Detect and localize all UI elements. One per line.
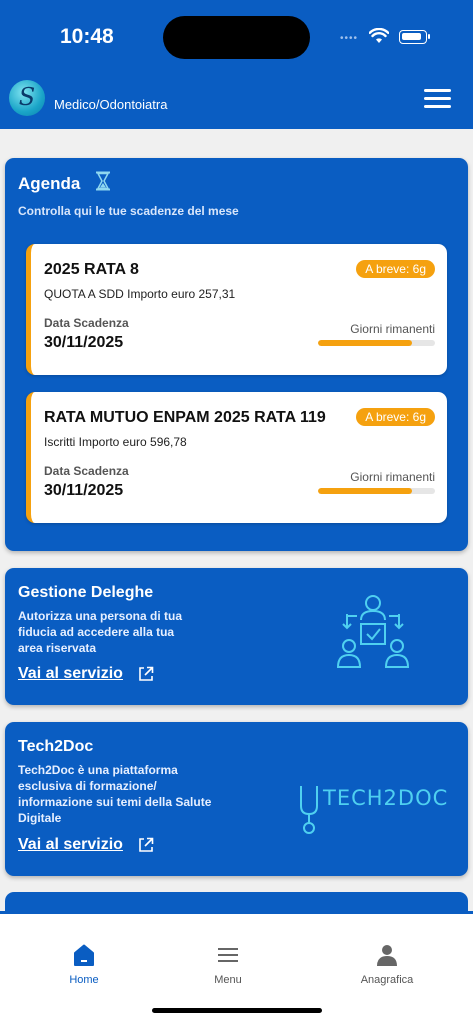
tech2doc-description: Tech2Doc è una piattaforma esclusiva di …	[18, 763, 212, 825]
tech2doc-logo-text: TECH2DOC	[323, 786, 449, 810]
person-icon	[377, 945, 397, 966]
external-link-icon[interactable]	[138, 666, 154, 682]
deadline-item[interactable]: RATA MUTUO ENPAM 2025 RATA 119 A breve: …	[26, 392, 447, 523]
tab-anagrafica[interactable]: Anagrafica	[352, 944, 422, 986]
deadline-date-label: Data Scadenza	[44, 464, 129, 478]
delegation-people-icon	[336, 595, 410, 668]
user-role: Medico/Odontoiatra	[54, 97, 168, 112]
status-time: 10:48	[60, 25, 114, 48]
wifi-icon	[369, 28, 389, 43]
status-bar: 10:48 ••••	[0, 0, 473, 70]
deadline-date: 30/11/2025	[44, 334, 124, 351]
remaining-days-label: Giorni rimanenti	[350, 322, 435, 336]
deadline-date: 30/11/2025	[44, 482, 124, 499]
app-logo: S	[9, 80, 45, 116]
agenda-subtitle: Controlla qui le tue scadenze del mese	[18, 204, 239, 218]
remaining-days-bar	[318, 488, 435, 494]
tech2doc-title: Tech2Doc	[18, 738, 94, 755]
deadline-badge: A breve: 6g	[356, 408, 435, 426]
home-icon	[74, 944, 94, 966]
dynamic-island	[163, 16, 310, 59]
remaining-days-label: Giorni rimanenti	[350, 470, 435, 484]
signal-icon: ••••	[340, 33, 359, 44]
battery-icon	[399, 30, 430, 44]
hourglass-icon	[96, 171, 110, 191]
deadline-description: Iscritti Importo euro 596,78	[44, 435, 187, 449]
remaining-days-bar	[318, 340, 435, 346]
deadline-item[interactable]: 2025 RATA 8 A breve: 6g QUOTA A SDD Impo…	[26, 244, 447, 375]
tab-menu-label: Menu	[214, 974, 242, 986]
tech2doc-logo: TECH2DOC	[295, 780, 455, 836]
tab-menu[interactable]: Menu	[206, 944, 250, 986]
app-header: S Medico/Odontoiatra	[0, 70, 473, 129]
tab-anagrafica-label: Anagrafica	[360, 974, 414, 986]
agenda-title: Agenda	[18, 174, 81, 193]
deleghe-card: Gestione Deleghe Autorizza una persona d…	[5, 568, 468, 705]
external-link-icon[interactable]	[138, 837, 154, 853]
deadline-title: RATA MUTUO ENPAM 2025 RATA 119	[44, 409, 326, 426]
deleghe-title: Gestione Deleghe	[18, 584, 154, 601]
home-indicator	[152, 1008, 322, 1013]
deadline-badge: A breve: 6g	[356, 260, 435, 278]
menu-icon	[218, 948, 238, 962]
hamburger-menu-icon[interactable]	[424, 89, 451, 109]
deadline-description: QUOTA A SDD Importo euro 257,31	[44, 287, 236, 301]
deleghe-service-link[interactable]: Vai al servizio	[18, 665, 123, 683]
tech2doc-service-link[interactable]: Vai al servizio	[18, 836, 123, 854]
tab-home[interactable]: Home	[62, 944, 106, 986]
deleghe-description: Autorizza una persona di tua fiducia ad …	[18, 609, 183, 655]
tab-home-label: Home	[69, 974, 99, 986]
deadline-date-label: Data Scadenza	[44, 316, 129, 330]
deadline-title: 2025 RATA 8	[44, 261, 139, 278]
agenda-card: Agenda Controlla qui le tue scadenze del…	[5, 158, 468, 551]
tech2doc-card: Tech2Doc Tech2Doc è una piattaforma escl…	[5, 722, 468, 876]
